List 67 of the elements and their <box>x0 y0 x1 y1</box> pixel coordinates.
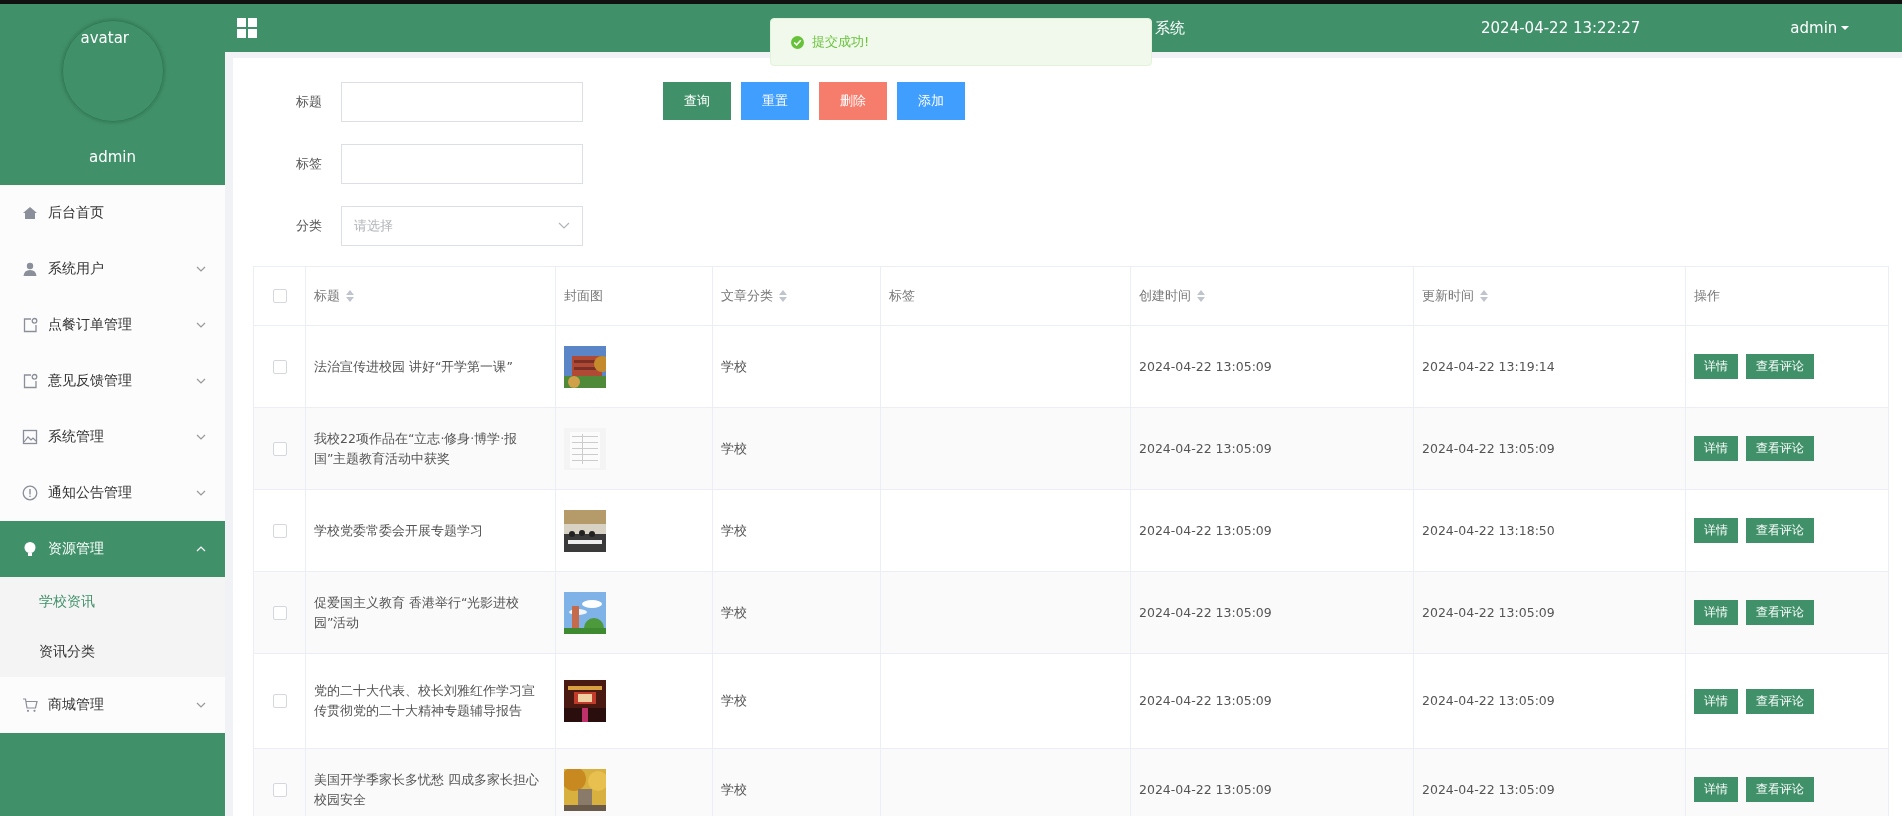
menu-item[interactable]: 系统管理 <box>0 409 225 465</box>
column-header: 操作 <box>1694 287 1720 305</box>
table-cell: 2024-04-22 13:05:09 <box>1139 358 1272 374</box>
column-header[interactable]: 文章分类 <box>721 287 773 305</box>
table-cell: 学校 <box>721 693 747 708</box>
menu-item[interactable]: 后台首页 <box>0 185 225 241</box>
table-cell: 2024-04-22 13:05:09 <box>1139 522 1272 538</box>
action-button[interactable]: 查询 <box>663 82 731 120</box>
comments-button[interactable]: 查看评论 <box>1746 600 1814 625</box>
table-cell: 2024-04-22 13:05:09 <box>1422 693 1555 708</box>
column-header: 封面图 <box>564 287 603 305</box>
menu-item[interactable]: 商城管理 <box>0 677 225 733</box>
table-cell: 党的二十大代表、校长刘雅红作学习宣传贯彻党的二十大精神专题辅导报告 <box>314 683 535 718</box>
menu-item[interactable]: 资源管理 <box>0 521 225 577</box>
action-button[interactable]: 重置 <box>741 82 809 120</box>
table-cell: 2024-04-22 13:05:09 <box>1139 440 1272 456</box>
details-button[interactable]: 详情 <box>1694 777 1738 802</box>
submenu-item[interactable]: 资讯分类 <box>0 627 225 677</box>
table-cell: 学校党委常委会开展专题学习 <box>314 522 483 538</box>
action-button[interactable]: 添加 <box>897 82 965 120</box>
table-cell: 2024-04-22 13:05:09 <box>1422 440 1555 456</box>
table-cell: 2024-04-22 13:18:50 <box>1422 522 1555 538</box>
table-cell: 法治宣传进校园 讲好“开学第一课” <box>314 358 513 374</box>
table-cell: 2024-04-22 13:05:09 <box>1139 781 1272 797</box>
action-button[interactable]: 删除 <box>819 82 887 120</box>
avatar-label: avatar <box>80 29 129 47</box>
table-cell: 学校 <box>721 781 747 797</box>
column-header[interactable]: 标题 <box>314 287 340 305</box>
column-header[interactable]: 创建时间 <box>1139 287 1191 305</box>
table-cell: 2024-04-22 13:05:09 <box>1139 693 1272 708</box>
submenu-item[interactable]: 学校资讯 <box>0 577 225 627</box>
column-header: 标签 <box>889 287 915 305</box>
table-cell: 学校 <box>721 440 747 456</box>
details-button[interactable]: 详情 <box>1694 354 1738 379</box>
comments-button[interactable]: 查看评论 <box>1746 354 1814 379</box>
field-label: 标签 <box>296 155 323 173</box>
table-cell: 2024-04-22 13:05:09 <box>1422 604 1555 620</box>
field-label: 标题 <box>296 93 323 111</box>
column-header[interactable]: 更新时间 <box>1422 287 1474 305</box>
menu-item[interactable]: 意见反馈管理 <box>0 353 225 409</box>
details-button[interactable]: 详情 <box>1694 518 1738 543</box>
table-cell: 2024-04-22 13:05:09 <box>1139 604 1272 620</box>
field-label: 分类 <box>296 217 323 235</box>
table-cell: 促爱国主义教育 香港举行“光影进校园”活动 <box>314 594 520 630</box>
menu-item[interactable]: 通知公告管理 <box>0 465 225 521</box>
details-button[interactable]: 详情 <box>1694 436 1738 461</box>
comments-button[interactable]: 查看评论 <box>1746 688 1814 714</box>
date-time: 2024-04-22 13:22:27 <box>1481 19 1641 37</box>
menu-item[interactable]: 系统用户 <box>0 241 225 297</box>
comments-button[interactable]: 查看评论 <box>1746 436 1814 461</box>
select-field[interactable]: 请选择 <box>341 206 583 246</box>
table-cell: 2024-04-22 13:19:14 <box>1422 358 1555 374</box>
table-cell: 学校 <box>721 522 747 538</box>
table-cell: 美国开学季家长多忧愁 四成多家长担心校园安全 <box>314 771 539 807</box>
table-cell: 学校 <box>721 604 747 620</box>
username: admin <box>89 148 136 166</box>
table-cell: 2024-04-22 13:05:09 <box>1422 781 1555 797</box>
details-button[interactable]: 详情 <box>1694 600 1738 625</box>
details-button[interactable]: 详情 <box>1694 688 1738 714</box>
table-cell: 我校22项作品在“立志·修身·博学·报国”主题教育活动中获奖 <box>314 430 518 466</box>
toast-message: 提交成功! <box>812 33 870 51</box>
app-title: 系统 <box>1155 18 1185 38</box>
comments-button[interactable]: 查看评论 <box>1746 777 1814 802</box>
comments-button[interactable]: 查看评论 <box>1746 518 1814 543</box>
table-cell: 学校 <box>721 358 747 374</box>
user-menu[interactable]: admin <box>1790 19 1838 37</box>
menu-item[interactable]: 点餐订单管理 <box>0 297 225 353</box>
